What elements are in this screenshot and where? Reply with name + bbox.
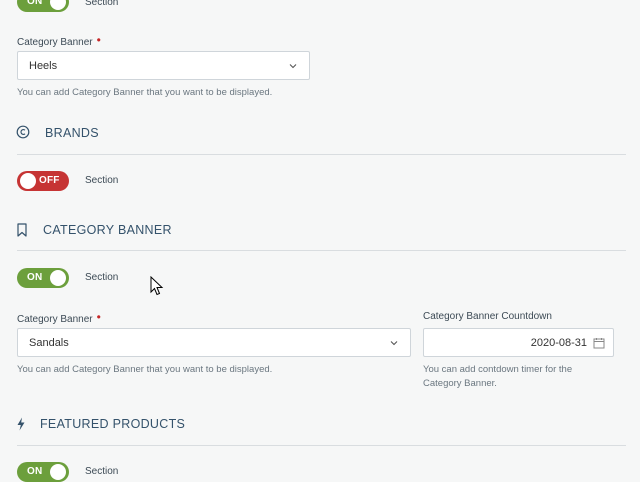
countdown-help: You can add contdown timer for the Categ… [423,363,572,391]
required-indicator: • [96,310,101,324]
calendar-icon [593,338,605,349]
category-banner-label-text: Category Banner [17,314,93,325]
section-divider [17,250,626,251]
toggle-knob [50,0,66,10]
category-banner-section-toggle[interactable]: ON [17,268,69,288]
toggle-state-label: ON [27,466,43,477]
toggle-state-label: OFF [39,175,60,186]
countdown-date-input[interactable]: 2020-08-31 [423,328,614,357]
section-label: Section [85,175,119,186]
bookmark-icon [17,223,27,237]
category-banner-select[interactable]: Heels [17,51,310,80]
section-label: Section [85,0,119,8]
countdown-label: Category Banner Countdown [423,311,552,322]
section-divider [17,445,626,446]
copyright-icon [16,125,30,139]
bolt-icon [17,417,25,431]
countdown-help-line: You can add contdown timer for the [423,364,573,375]
brands-heading: BRANDS [45,126,99,140]
toggle-knob [50,270,66,286]
section-label: Section [85,272,119,283]
select-value: Heels [29,60,58,72]
mouse-cursor-icon [150,276,164,296]
category-banner-heading: CATEGORY BANNER [43,223,172,237]
chevron-down-icon [289,64,297,69]
countdown-help-line: Category Banner. [423,378,497,389]
home-section-toggle[interactable]: ON [17,0,69,12]
featured-products-heading: FEATURED PRODUCTS [40,417,186,431]
category-banner-select[interactable]: Sandals [17,328,411,357]
category-banner-label-text: Category Banner [17,37,93,48]
toggle-state-label: ON [27,0,43,7]
toggle-knob [20,173,36,189]
section-divider [17,154,626,155]
toggle-state-label: ON [27,272,43,283]
category-banner-label: Category Banner • [17,310,101,325]
category-banner-help: You can add Category Banner that you wan… [17,87,273,98]
toggle-knob [50,464,66,480]
date-value: 2020-08-31 [530,337,587,349]
brands-section-toggle[interactable]: OFF [17,171,69,191]
category-banner-help: You can add Category Banner that you wan… [17,364,273,375]
category-banner-label: Category Banner • [17,33,101,48]
required-indicator: • [96,33,101,47]
featured-products-section-toggle[interactable]: ON [17,462,69,482]
chevron-down-icon [390,341,398,346]
select-value: Sandals [29,337,69,349]
section-label: Section [85,466,119,477]
